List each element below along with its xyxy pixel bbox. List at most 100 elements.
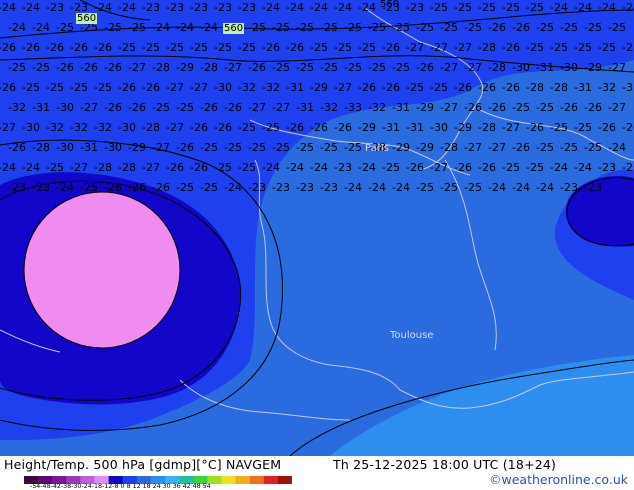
temperature-label: -30 — [22, 121, 40, 134]
temperature-label: -26 — [22, 41, 40, 54]
temperature-label: -24 — [344, 181, 362, 194]
city-label-paris: Paris — [365, 143, 389, 154]
colorbar-swatch — [221, 476, 237, 484]
temperature-label: -30 — [118, 121, 136, 134]
temperature-label: -25 — [526, 41, 544, 54]
temperature-label: -25 — [392, 21, 410, 34]
temperature-label: -26 — [416, 61, 434, 74]
temperature-label: -27 — [502, 121, 520, 134]
temperature-label: -26 — [478, 161, 496, 174]
temperature-label: -24 — [392, 181, 410, 194]
temperature-label: -25 — [238, 161, 256, 174]
temperature-label: -30 — [512, 61, 530, 74]
temperature-label: -25 — [584, 141, 602, 154]
temperature-label: -23 — [238, 1, 256, 14]
temperature-label: -25 — [344, 21, 362, 34]
temperature-label: -25 — [32, 61, 50, 74]
temperature-label: -32 — [598, 81, 616, 94]
temperature-label: -23 — [8, 181, 26, 194]
temperature-label: -24 — [176, 21, 194, 34]
temperature-label: -27 — [248, 101, 266, 114]
temperature-label: -26 — [248, 61, 266, 74]
temperature-label: -28 — [488, 61, 506, 74]
temperature-label: -27 — [166, 121, 184, 134]
temperature-label: -25 — [272, 21, 290, 34]
temperature-label: -25 — [310, 41, 328, 54]
temperature-label: -23 — [46, 1, 64, 14]
temperature-label: -24 — [536, 181, 554, 194]
temperature-label-layer: -24-24-23-23-24-24-23-23-23-23-23-24-24-… — [0, 0, 634, 456]
temperature-label: -26 — [286, 41, 304, 54]
credit-text: ©weatheronline.co.uk — [489, 472, 628, 487]
temperature-label: -25 — [152, 101, 170, 114]
temperature-label: -26 — [286, 121, 304, 134]
temperature-label: -28 — [478, 41, 496, 54]
temperature-label: -25 — [200, 181, 218, 194]
temperature-label: -26 — [152, 181, 170, 194]
temperature-label: -26 — [128, 181, 146, 194]
temperature-label: -26 — [502, 81, 520, 94]
temperature-label: -24 — [0, 161, 16, 174]
temperature-label: -23 — [142, 1, 160, 14]
temperature-label: -28 — [440, 141, 458, 154]
temperature-label: -25 — [416, 181, 434, 194]
temperature-label: -26 — [200, 101, 218, 114]
temperature-label: -28 — [94, 161, 112, 174]
colorbar-swatch — [235, 476, 251, 484]
city-label-toulouse: Toulouse — [390, 330, 434, 341]
temperature-label: -25 — [104, 21, 122, 34]
temperature-label: -24 — [334, 1, 352, 14]
temperature-label: -26 — [382, 41, 400, 54]
temperature-label: -29 — [358, 121, 376, 134]
temperature-label: -25 — [430, 1, 448, 14]
temperature-label: -32 — [8, 101, 26, 114]
temperature-label: -27 — [190, 81, 208, 94]
temperature-label: -25 — [622, 41, 634, 54]
temperature-label: -29 — [454, 121, 472, 134]
temperature-label: -25 — [368, 21, 386, 34]
temperature-label: -27 — [440, 61, 458, 74]
temperature-label: -32 — [238, 81, 256, 94]
temperature-label: -25 — [358, 41, 376, 54]
temperature-label: -24 — [118, 1, 136, 14]
temperature-label: -25 — [238, 41, 256, 54]
temperature-label: -25 — [574, 41, 592, 54]
temperature-label: -25 — [238, 121, 256, 134]
temperature-label: -23 — [190, 1, 208, 14]
temperature-label: -24 — [550, 161, 568, 174]
height-label: 560 — [223, 23, 245, 34]
temperature-label: -23 — [296, 181, 314, 194]
colorbar-swatch — [263, 476, 279, 484]
temperature-label: -25 — [190, 41, 208, 54]
temperature-label: -31 — [286, 81, 304, 94]
temperature-label: -29 — [416, 141, 434, 154]
product-title: Height/Temp. 500 hPa [gdmp][°C] NAVGEM — [4, 457, 282, 472]
temperature-label: -27 — [0, 121, 16, 134]
temperature-label: -23 — [622, 161, 634, 174]
temperature-label: -26 — [406, 161, 424, 174]
temperature-label: -27 — [454, 41, 472, 54]
temperature-label: -26 — [622, 121, 634, 134]
temperature-label: -29 — [310, 81, 328, 94]
temperature-label: -25 — [70, 81, 88, 94]
temperature-label: -24 — [310, 161, 328, 174]
temperature-label: -26 — [526, 121, 544, 134]
temperature-label: -25 — [536, 141, 554, 154]
temperature-label: -26 — [584, 101, 602, 114]
temperature-label: -24 — [310, 1, 328, 14]
temperature-label: -24 — [32, 21, 50, 34]
temperature-label: -30 — [560, 61, 578, 74]
temperature-label: -26 — [358, 81, 376, 94]
temperature-label: -32 — [262, 81, 280, 94]
temperature-label: -23 — [334, 161, 352, 174]
temperature-label: -23 — [584, 181, 602, 194]
temperature-label: -26 — [454, 81, 472, 94]
temperature-label: -25 — [118, 41, 136, 54]
temperature-label: -28 — [32, 141, 50, 154]
temperature-label: -27 — [440, 101, 458, 114]
temperature-label: -26 — [190, 161, 208, 174]
temperature-label: -24 — [22, 161, 40, 174]
temperature-label: -31 — [382, 121, 400, 134]
temperature-label: -25 — [334, 41, 352, 54]
temperature-label: -25 — [344, 61, 362, 74]
